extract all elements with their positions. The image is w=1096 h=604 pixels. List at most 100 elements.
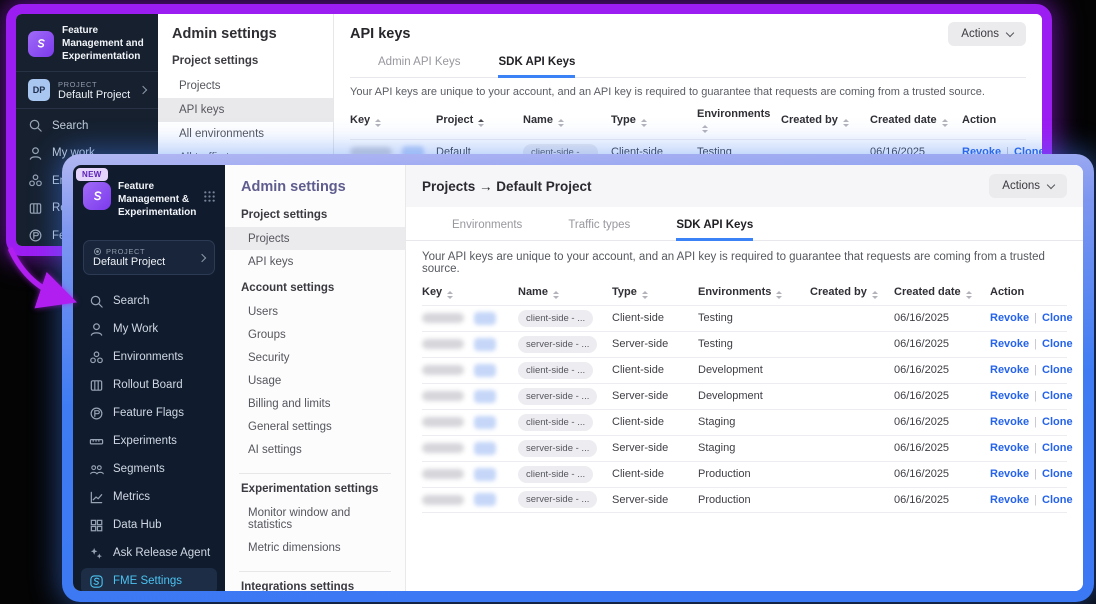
sidebar-item-search[interactable]: Search bbox=[81, 288, 217, 314]
cell-type: Server-side bbox=[612, 494, 698, 506]
new-project-selector[interactable]: PROJECT Default Project bbox=[83, 240, 215, 275]
admin-item-all-environments[interactable]: All environments bbox=[158, 122, 333, 146]
admin-item-monitor-window[interactable]: Monitor window and statistics bbox=[225, 501, 405, 536]
clone-link[interactable]: Clone bbox=[1042, 494, 1073, 506]
clone-link[interactable]: Clone bbox=[1042, 364, 1073, 376]
actions-button[interactable]: Actions bbox=[948, 22, 1026, 46]
feature-flags-icon bbox=[28, 228, 43, 243]
col-header-type[interactable]: Type bbox=[612, 286, 698, 299]
revoke-link[interactable]: Revoke bbox=[990, 364, 1029, 376]
name-badge[interactable]: server-side - ... bbox=[518, 491, 597, 508]
name-badge[interactable]: client-side - ... bbox=[518, 414, 593, 431]
sidebar-item-fme-settings[interactable]: FME Settings bbox=[81, 568, 217, 591]
sidebar-item-ask-release-agent[interactable]: Ask Release Agent bbox=[81, 540, 217, 566]
cell-created-date: 06/16/2025 bbox=[894, 338, 990, 350]
tab-environments[interactable]: Environments bbox=[452, 219, 522, 241]
project-label: PROJECT bbox=[58, 80, 130, 89]
sidebar-item-experiments[interactable]: Experiments bbox=[81, 428, 217, 454]
admin-item-ai-settings[interactable]: AI settings bbox=[225, 438, 405, 461]
redacted-key bbox=[422, 443, 464, 453]
redacted-key bbox=[422, 365, 464, 375]
redacted-copy-chip bbox=[474, 390, 496, 403]
clone-link[interactable]: Clone bbox=[1042, 312, 1073, 324]
revoke-link[interactable]: Revoke bbox=[990, 390, 1029, 402]
col-header-project[interactable]: Project bbox=[436, 114, 523, 127]
cell-created-date: 06/16/2025 bbox=[894, 312, 990, 324]
admin-item-usage[interactable]: Usage bbox=[225, 369, 405, 392]
sidebar-item-search[interactable]: Search bbox=[28, 118, 146, 133]
clone-link[interactable]: Clone bbox=[1042, 416, 1073, 428]
name-badge[interactable]: server-side - ... bbox=[518, 440, 597, 457]
name-badge[interactable]: client-side - ... bbox=[518, 466, 593, 483]
app-grid-icon[interactable] bbox=[203, 190, 216, 208]
col-header-action: Action bbox=[962, 114, 1026, 126]
admin-item-general-settings[interactable]: General settings bbox=[225, 415, 405, 438]
revoke-link[interactable]: Revoke bbox=[990, 312, 1029, 324]
nav-label: Search bbox=[113, 295, 149, 307]
admin-item-billing-and-limits[interactable]: Billing and limits bbox=[225, 392, 405, 415]
col-header-key[interactable]: Key bbox=[350, 114, 436, 127]
sidebar-item-metrics[interactable]: Metrics bbox=[81, 484, 217, 510]
sort-icon bbox=[641, 119, 647, 127]
admin-item-users[interactable]: Users bbox=[225, 300, 405, 323]
col-header-type[interactable]: Type bbox=[611, 114, 697, 127]
tab-admin-api-keys[interactable]: Admin API Keys bbox=[378, 56, 460, 78]
admin-item-security[interactable]: Security bbox=[225, 346, 405, 369]
admin-settings-title: Admin settings bbox=[241, 179, 389, 195]
cell-created-date: 06/16/2025 bbox=[894, 390, 990, 402]
col-header-name[interactable]: Name bbox=[523, 114, 611, 127]
admin-item-api-keys[interactable]: API keys bbox=[225, 250, 405, 273]
new-app-title: Feature Management & Experimentation bbox=[118, 180, 196, 219]
admin-item-groups[interactable]: Groups bbox=[225, 323, 405, 346]
sidebar-item-my-work[interactable]: My Work bbox=[81, 316, 217, 342]
nav-label: My Work bbox=[113, 323, 158, 335]
tab-sdk-api-keys[interactable]: SDK API Keys bbox=[498, 56, 575, 78]
actions-label: Actions bbox=[1002, 180, 1040, 192]
clone-link[interactable]: Clone bbox=[1042, 338, 1073, 350]
sort-icon bbox=[558, 119, 564, 127]
col-header-created-by[interactable]: Created by bbox=[810, 286, 894, 299]
clone-link[interactable]: Clone bbox=[1042, 442, 1073, 454]
actions-button[interactable]: Actions bbox=[989, 174, 1067, 198]
rollout-board-icon bbox=[89, 378, 104, 393]
sidebar-item-segments[interactable]: Segments bbox=[81, 456, 217, 482]
name-badge[interactable]: server-side - ... bbox=[518, 388, 597, 405]
col-header-created-date[interactable]: Created date bbox=[870, 114, 962, 127]
clone-link[interactable]: Clone bbox=[1042, 390, 1073, 402]
name-badge[interactable]: client-side - ... bbox=[518, 310, 593, 327]
col-header-created-by[interactable]: Created by bbox=[781, 114, 870, 127]
col-header-created-date[interactable]: Created date bbox=[894, 286, 990, 299]
revoke-link[interactable]: Revoke bbox=[990, 468, 1029, 480]
divider bbox=[1029, 390, 1042, 402]
clone-link[interactable]: Clone bbox=[1042, 468, 1073, 480]
tab-traffic-types[interactable]: Traffic types bbox=[568, 219, 630, 241]
sidebar-item-data-hub[interactable]: Data Hub bbox=[81, 512, 217, 538]
col-header-environments[interactable]: Environments bbox=[698, 286, 810, 299]
chevron-right-icon bbox=[139, 86, 147, 94]
name-badge[interactable]: server-side - ... bbox=[518, 336, 597, 353]
admin-item-api-keys[interactable]: API keys bbox=[158, 98, 333, 122]
nav-label: Experiments bbox=[113, 435, 177, 447]
admin-item-metric-dimensions[interactable]: Metric dimensions bbox=[225, 536, 405, 559]
revoke-link[interactable]: Revoke bbox=[990, 416, 1029, 428]
cell-environment: Staging bbox=[698, 416, 810, 428]
new-main-content: Projects → Default Project Actions Envir… bbox=[406, 165, 1083, 591]
col-header-key[interactable]: Key bbox=[422, 286, 518, 299]
cell-environment: Development bbox=[698, 364, 810, 376]
admin-item-projects[interactable]: Projects bbox=[158, 74, 333, 98]
old-project-selector[interactable]: DP PROJECT Default Project bbox=[16, 72, 158, 109]
sidebar-item-environments[interactable]: Environments bbox=[81, 344, 217, 370]
sidebar-item-feature-flags[interactable]: Feature Flags bbox=[81, 400, 217, 426]
revoke-link[interactable]: Revoke bbox=[990, 338, 1029, 350]
revoke-link[interactable]: Revoke bbox=[990, 442, 1029, 454]
name-badge[interactable]: client-side - ... bbox=[518, 362, 593, 379]
cell-type: Server-side bbox=[612, 338, 698, 350]
sort-icon bbox=[375, 119, 381, 127]
nav-label: Search bbox=[52, 120, 88, 132]
admin-item-projects[interactable]: Projects bbox=[225, 227, 405, 250]
col-header-name[interactable]: Name bbox=[518, 286, 612, 299]
revoke-link[interactable]: Revoke bbox=[990, 494, 1029, 506]
col-header-environments[interactable]: Environments bbox=[697, 108, 781, 133]
sidebar-item-rollout-board[interactable]: Rollout Board bbox=[81, 372, 217, 398]
tab-sdk-api-keys[interactable]: SDK API Keys bbox=[676, 219, 753, 241]
